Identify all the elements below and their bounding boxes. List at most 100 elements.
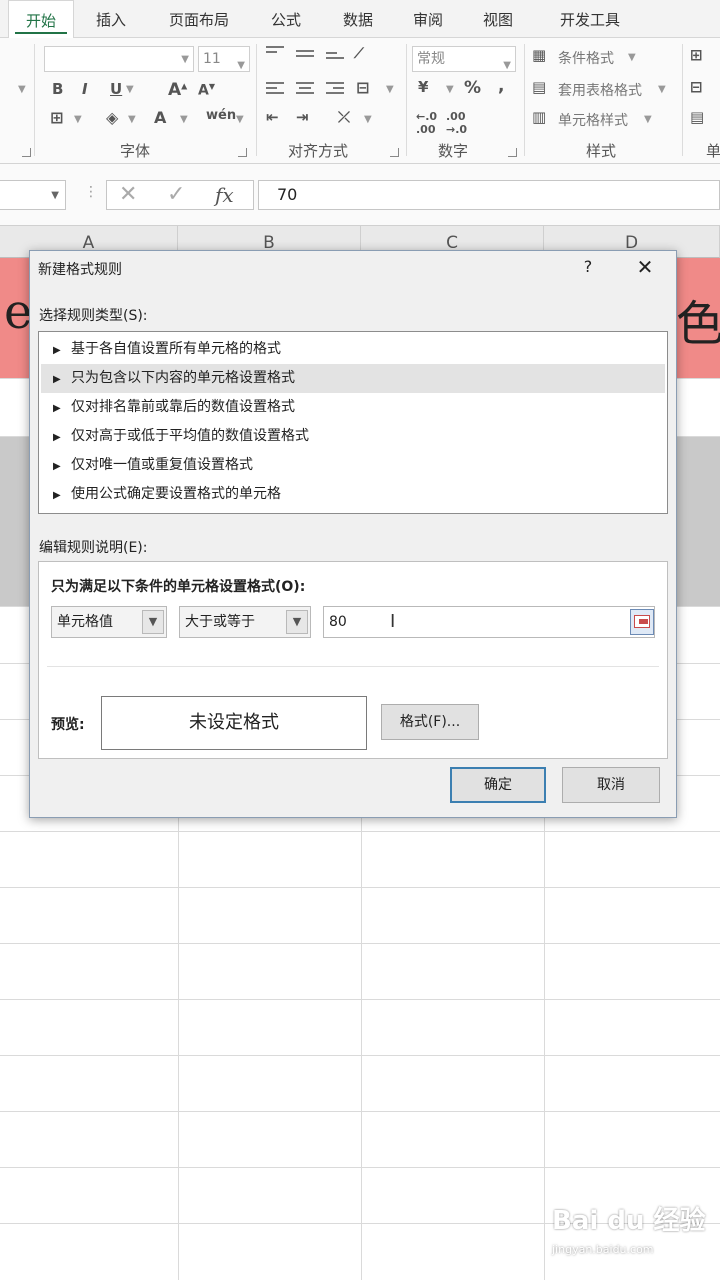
enter-icon[interactable]: ✓ <box>167 181 185 209</box>
cancel-icon[interactable]: ✕ <box>119 181 137 209</box>
ok-button[interactable]: 确定 <box>450 767 546 803</box>
formula-input[interactable]: 70 <box>258 180 720 210</box>
font-group-label: 字体 <box>120 142 151 160</box>
tab-page-layout[interactable]: 页面布局 <box>152 0 246 38</box>
chevron-down-icon[interactable]: ▼ <box>628 52 636 63</box>
decrease-indent-icon[interactable]: ⇤ <box>266 108 279 126</box>
number-group-label: 数字 <box>438 142 469 160</box>
range-selector-icon[interactable] <box>630 609 654 635</box>
help-icon[interactable]: ? <box>578 255 598 279</box>
number-format-value: 常规 <box>417 51 445 67</box>
format-cells-icon[interactable]: ▤ <box>690 108 704 126</box>
ribbon-home: ▼ ▼ 11 ▼ B I U ▼ A▲ A▼ ⊞ ▼ ◈ ▼ A ▼ wén ▼ … <box>0 38 720 164</box>
insert-function-icon[interactable]: fx <box>215 181 234 209</box>
italic-button[interactable]: I <box>82 80 88 98</box>
wrap-text-icon[interactable]: ⊟ <box>356 78 369 97</box>
row-gridline <box>0 1111 720 1112</box>
tab-formulas[interactable]: 公式 <box>258 0 314 38</box>
rule-type-item[interactable]: ▶ 仅对唯一值或重复值设置格式 <box>41 451 665 480</box>
format-button[interactable]: 格式(F)... <box>381 704 479 740</box>
triangle-right-icon: ▶ <box>53 432 61 443</box>
condition-value: 80 <box>329 614 347 630</box>
insert-cells-icon[interactable]: ⊞ <box>690 46 703 64</box>
phonetic-dropdown-icon[interactable]: ▼ <box>236 114 244 125</box>
direction-dropdown-icon[interactable]: ▼ <box>364 114 372 125</box>
align-middle-icon[interactable] <box>296 50 314 64</box>
chevron-down-icon: ▼ <box>286 610 308 634</box>
preview-label: 预览: <box>51 717 85 733</box>
chevron-down-icon[interactable]: ▼ <box>644 114 652 125</box>
conditional-format-icon: ▦ <box>532 46 547 64</box>
decrease-decimal-icon[interactable]: .00 →.0 <box>446 110 467 136</box>
border-icon[interactable]: ⊞ <box>50 108 63 127</box>
font-color-button[interactable]: A <box>154 108 166 127</box>
comma-button[interactable]: , <box>498 76 504 96</box>
font-size-combo[interactable]: 11 ▼ <box>198 46 250 72</box>
operator-select[interactable]: 大于或等于 ▼ <box>179 606 311 638</box>
ribbon-tab-bar: 开始 插入 页面布局 公式 数据 审阅 视图 开发工具 <box>0 0 720 39</box>
tab-data[interactable]: 数据 <box>330 0 386 38</box>
merge-dropdown-icon[interactable]: ▼ <box>386 84 394 95</box>
conditional-format-button[interactable]: 条件格式 <box>558 48 614 68</box>
tab-home[interactable]: 开始 <box>8 0 74 39</box>
condition-heading: 只为满足以下条件的单元格设置格式(O): <box>51 579 306 595</box>
align-left-icon[interactable] <box>266 82 284 96</box>
font-color-dropdown-icon[interactable]: ▼ <box>180 114 188 125</box>
tab-insert[interactable]: 插入 <box>80 0 142 38</box>
border-dropdown-icon[interactable]: ▼ <box>74 114 82 125</box>
condition-value-input[interactable]: 80 I <box>323 606 655 638</box>
chevron-down-icon[interactable]: ▼ <box>658 84 666 95</box>
row-gridline <box>0 1055 720 1056</box>
rule-type-item-selected[interactable]: ▶ 只为包含以下内容的单元格设置格式 <box>41 364 665 393</box>
underline-dropdown-icon[interactable]: ▼ <box>126 84 134 95</box>
align-right-icon[interactable] <box>326 82 344 96</box>
tab-developer[interactable]: 开发工具 <box>544 0 636 38</box>
watermark-brand: Bai du 经验 <box>552 1206 706 1236</box>
formula-bar-splitter-icon[interactable]: ⋮ <box>84 184 98 200</box>
delete-cells-icon[interactable]: ⊟ <box>690 78 703 96</box>
phonetic-icon[interactable]: wén <box>206 108 236 123</box>
font-launcher-icon[interactable] <box>238 148 247 157</box>
grow-font-icon[interactable]: A▲ <box>168 80 187 100</box>
currency-icon[interactable]: ¥ <box>418 78 428 96</box>
triangle-right-icon: ▶ <box>53 403 61 414</box>
rule-type-item[interactable]: ▶ 基于各自值设置所有单元格的格式 <box>41 335 665 364</box>
number-launcher-icon[interactable] <box>508 148 517 157</box>
orientation-icon[interactable]: ⟋ <box>354 46 364 62</box>
formula-bar: ▼ ⋮ ✕ ✓ fx 70 <box>0 164 720 226</box>
currency-dropdown-icon[interactable]: ▼ <box>446 84 454 95</box>
rule-type-item[interactable]: ▶ 使用公式确定要设置格式的单元格 <box>41 480 665 509</box>
shrink-font-icon[interactable]: A▼ <box>198 82 215 99</box>
align-center-icon[interactable] <box>296 82 314 96</box>
increase-decimal-icon[interactable]: ←.0.00 <box>416 110 437 136</box>
fill-dropdown-icon[interactable]: ▼ <box>128 114 136 125</box>
rule-type-item[interactable]: ▶ 仅对排名靠前或靠后的数值设置格式 <box>41 393 665 422</box>
format-as-table-button[interactable]: 套用表格格式 <box>558 80 642 100</box>
text-direction-icon[interactable]: ⤫ <box>338 108 350 126</box>
clipboard-launcher-icon[interactable] <box>22 148 31 157</box>
rule-type-item[interactable]: ▶ 仅对高于或低于平均值的数值设置格式 <box>41 422 665 451</box>
underline-button[interactable]: U <box>110 80 122 98</box>
align-bottom-icon[interactable] <box>326 52 344 66</box>
triangle-right-icon: ▶ <box>53 461 61 472</box>
rule-type-label: 仅对唯一值或重复值设置格式 <box>71 457 253 473</box>
align-top-icon[interactable] <box>266 46 284 60</box>
condition-type-select[interactable]: 单元格值 ▼ <box>51 606 167 638</box>
tab-review[interactable]: 审阅 <box>400 0 456 38</box>
font-name-combo[interactable]: ▼ <box>44 46 194 72</box>
increase-indent-icon[interactable]: ⇥ <box>296 108 309 126</box>
row-gridline <box>0 831 720 832</box>
tab-view[interactable]: 视图 <box>470 0 526 38</box>
alignment-launcher-icon[interactable] <box>390 148 399 157</box>
bold-button[interactable]: B <box>52 80 63 98</box>
paste-dropdown-icon[interactable]: ▼ <box>18 84 26 95</box>
fill-color-icon[interactable]: ◈ <box>106 108 118 127</box>
cell-styles-button[interactable]: 单元格样式 <box>558 110 628 130</box>
percent-button[interactable]: % <box>464 78 481 98</box>
number-format-combo[interactable]: 常规 ▼ <box>412 46 516 72</box>
group-divider <box>256 44 257 156</box>
rule-type-list[interactable]: ▶ 基于各自值设置所有单元格的格式 ▶ 只为包含以下内容的单元格设置格式 ▶ 仅对排名… <box>38 331 668 514</box>
name-box[interactable]: ▼ <box>0 180 66 210</box>
close-icon[interactable]: ✕ <box>630 253 660 281</box>
cancel-button[interactable]: 取消 <box>562 767 660 803</box>
